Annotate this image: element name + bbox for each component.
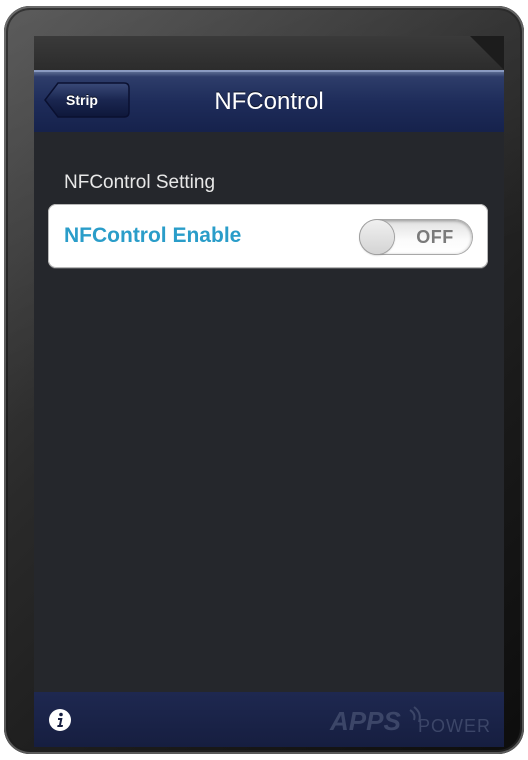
- back-button[interactable]: Strip: [44, 82, 130, 118]
- apps-power-logo-graphic: APPS POWER: [329, 706, 491, 736]
- navigation-bar: Strip NFControl: [34, 70, 504, 132]
- back-button-label: Strip: [66, 92, 98, 108]
- info-icon-graphic: [49, 709, 71, 731]
- apps-power-logo: APPS POWER: [326, 704, 496, 738]
- setting-row-nfcontrol-enable: NFControl Enable OFF: [48, 204, 488, 268]
- footer-bar: APPS POWER: [34, 692, 504, 747]
- status-bar: [34, 36, 504, 70]
- svg-text:APPS: APPS: [329, 706, 401, 736]
- nfcontrol-enable-toggle[interactable]: OFF: [360, 220, 472, 254]
- toggle-state-label: OFF: [416, 227, 454, 247]
- device-frame: Strip NFControl NFControl Setting NFCont…: [4, 6, 524, 754]
- info-icon[interactable]: [48, 708, 72, 732]
- section-header: NFControl Setting: [64, 172, 216, 193]
- svg-text:POWER: POWER: [418, 716, 491, 736]
- content-area: NFControl Setting NFControl Enable OFF: [34, 132, 504, 692]
- screen: Strip NFControl NFControl Setting NFCont…: [34, 36, 504, 747]
- page-title: NFControl: [214, 88, 324, 115]
- toggle-knob: [360, 220, 394, 254]
- setting-label: NFControl Enable: [64, 224, 242, 247]
